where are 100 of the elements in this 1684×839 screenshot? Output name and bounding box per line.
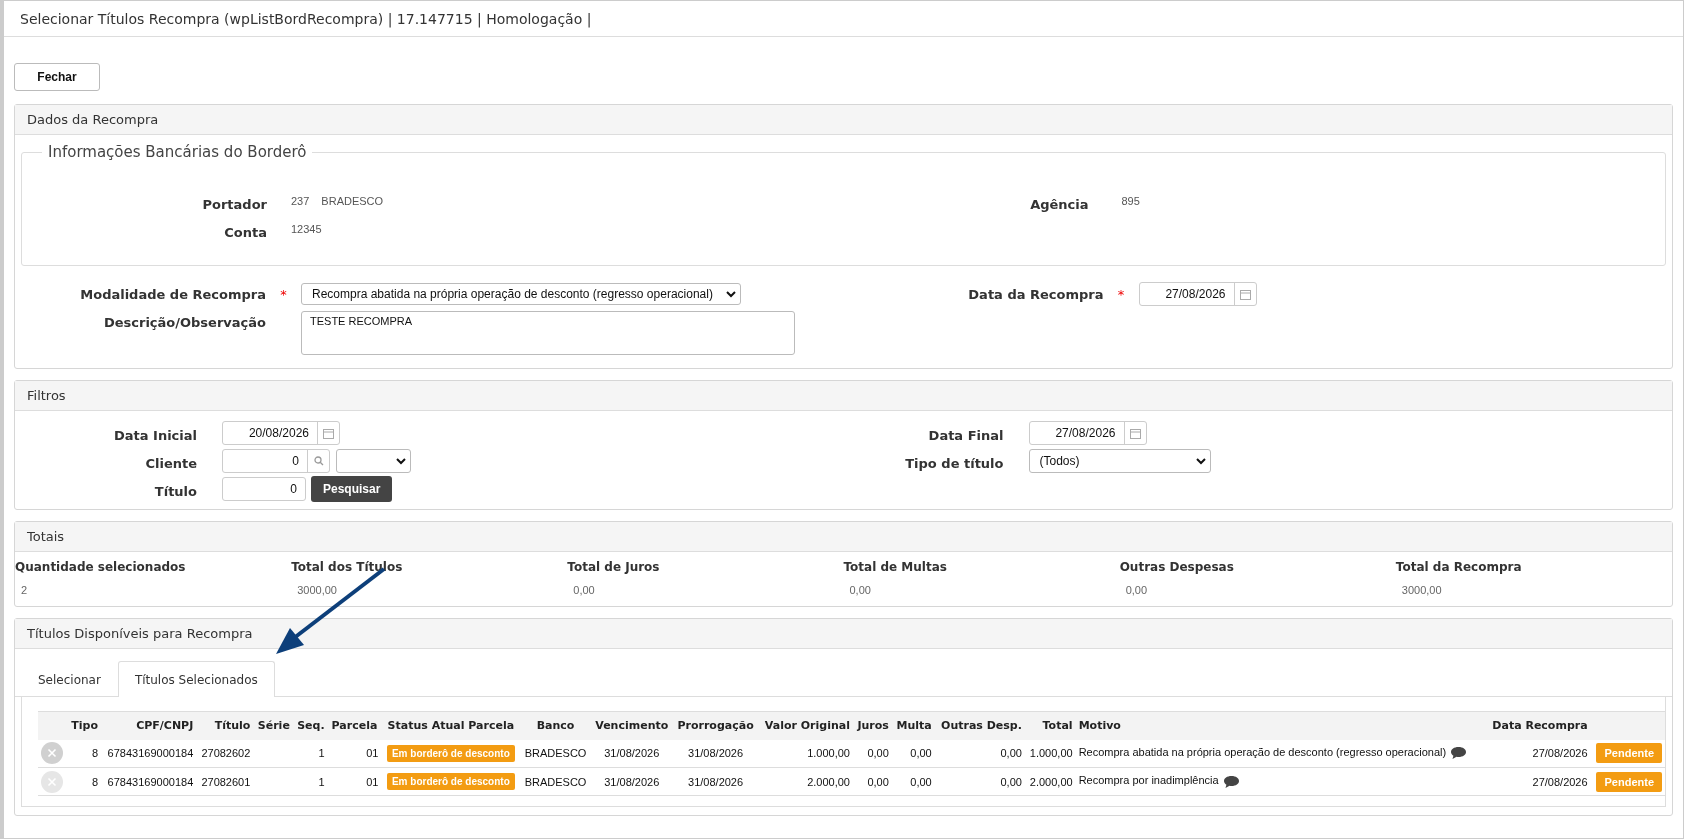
modalidade-select[interactable]: Recompra abatida na própria operação de desconto (regresso operacional) [301,283,741,305]
table-cell: 1 [318,747,325,760]
table-cell: 31/08/2026 [688,775,744,788]
table-cell: 1.000,00 [807,747,850,760]
total-value: 3000,00 [297,584,338,596]
column-header: Seq. [292,711,328,740]
column-header: Outras Desp. [934,711,1025,740]
column-header: CPF/CNPJ [101,711,197,740]
table-cell: 0,00 [867,775,889,788]
client-field[interactable]: 0 [222,449,330,473]
tab[interactable]: Títulos Selecionados [117,661,275,697]
total-label: Total dos Títulos [291,560,404,574]
total-label: Total de Multas [843,560,948,574]
remove-button[interactable] [41,770,63,793]
column-header: Motivo [1075,711,1486,740]
field-label: Portador [201,196,267,212]
search-button[interactable]: Pesquisar [311,476,393,502]
client-select[interactable] [336,449,411,473]
table-cell: BRADESCO [524,775,587,788]
field-value: 12345 [291,223,322,235]
column-header: Parcela [327,711,382,740]
description-field[interactable]: TESTE RECOMPRA [301,311,795,355]
search-icon[interactable] [313,456,324,466]
field-label: Descrição/Observação [102,315,266,330]
table-cell: 01 [366,775,379,788]
field-label: Data Final [927,427,1004,443]
caret-icon [726,290,736,298]
date-field[interactable]: 27/08/2026 [1138,282,1257,306]
table-cell: 27/08/2026 [1532,747,1588,760]
total-value: 0,00 [1125,584,1149,596]
column-header: Vencimento [590,711,673,740]
type-select[interactable]: (Todos) [1028,449,1211,473]
panel-title: Totais [27,529,65,544]
close-button[interactable]: Fechar [14,63,100,91]
table-cell: 0,00 [910,747,932,760]
field-value: 895 [1121,195,1140,207]
total-value: 0,00 [573,584,596,596]
table-cell: 1 [318,775,325,788]
title-field[interactable]: 0 [222,477,306,501]
table-cell: Recompra abatida na própria operação de desconto (regresso operacional) [1078,746,1447,759]
total-label: Outras Despesas [1119,560,1235,574]
field-label: Conta [223,224,267,240]
total-label: Total de Juros [567,560,661,574]
field-label: Agência [1029,196,1089,212]
field-label: Modalidade de Recompra [79,286,266,302]
total-value: 3000,00 [1401,584,1443,596]
field-value: 237 [291,195,310,207]
total-label: Quantidade selecionados [15,560,187,574]
table-cell: 2.000,00 [1029,775,1073,788]
column-header: Prorrogação [672,711,759,740]
close-icon [47,776,57,787]
calendar-icon[interactable] [1129,427,1141,439]
calendar-icon[interactable] [1239,288,1251,300]
tab[interactable]: Selecionar [21,661,118,697]
table-cell: 27082601 [201,775,251,788]
table-cell: 8 [91,747,99,760]
table-cell: 27082602 [201,747,251,760]
table-cell: 01 [366,747,379,760]
table-cell: 31/08/2026 [604,775,660,788]
column-header: Data Recompra [1485,711,1591,740]
total-value: 0,00 [849,584,872,596]
field-label: Data da Recompra [967,286,1104,302]
field-label: Cliente [144,455,197,471]
table-cell: 0,00 [1000,775,1022,788]
date-field[interactable]: 27/08/2026 [1028,421,1147,445]
column-header: Banco [520,711,591,740]
field-label: Data Inicial [113,427,197,443]
comment-icon[interactable] [1222,774,1240,789]
column-header: Total [1024,711,1076,740]
table-cell: 8 [91,775,99,788]
fieldset-legend: Informações Bancárias do Borderô [42,143,313,161]
table-cell: 31/08/2026 [604,747,660,760]
comment-icon[interactable] [1450,746,1468,761]
close-icon [47,748,57,759]
table-cell: 0,00 [1000,747,1022,760]
caret-icon [396,457,406,465]
date-field[interactable]: 20/08/2026 [222,421,340,445]
table-cell: 1.000,00 [1029,747,1073,760]
required-mark: * [1117,286,1125,302]
column-header: Tipo [67,711,102,740]
table-cell: 31/08/2026 [688,747,744,760]
column-header: Juros [852,711,892,740]
required-mark: * [280,286,287,302]
calendar-icon[interactable] [323,427,334,439]
remove-button[interactable] [41,742,63,765]
table-cell: 0,00 [910,775,932,788]
total-value: 2 [21,584,29,596]
column-header: Série [253,711,293,740]
table-cell: 67843169000184 [107,775,194,788]
panel-title: Filtros [27,388,66,403]
table-cell: 2.000,00 [807,775,850,788]
table-cell: 67843169000184 [107,747,194,760]
field-value: BRADESCO [321,195,384,207]
caret-icon [1195,457,1206,465]
status-badge: Em borderô de desconto [386,773,515,790]
panel-title: Dados da Recompra [27,112,159,127]
table-cell: 0,00 [867,747,889,760]
table-cell: BRADESCO [524,747,587,760]
table-cell: Recompra por inadimplência [1078,774,1219,787]
column-header: Multa [891,711,935,740]
